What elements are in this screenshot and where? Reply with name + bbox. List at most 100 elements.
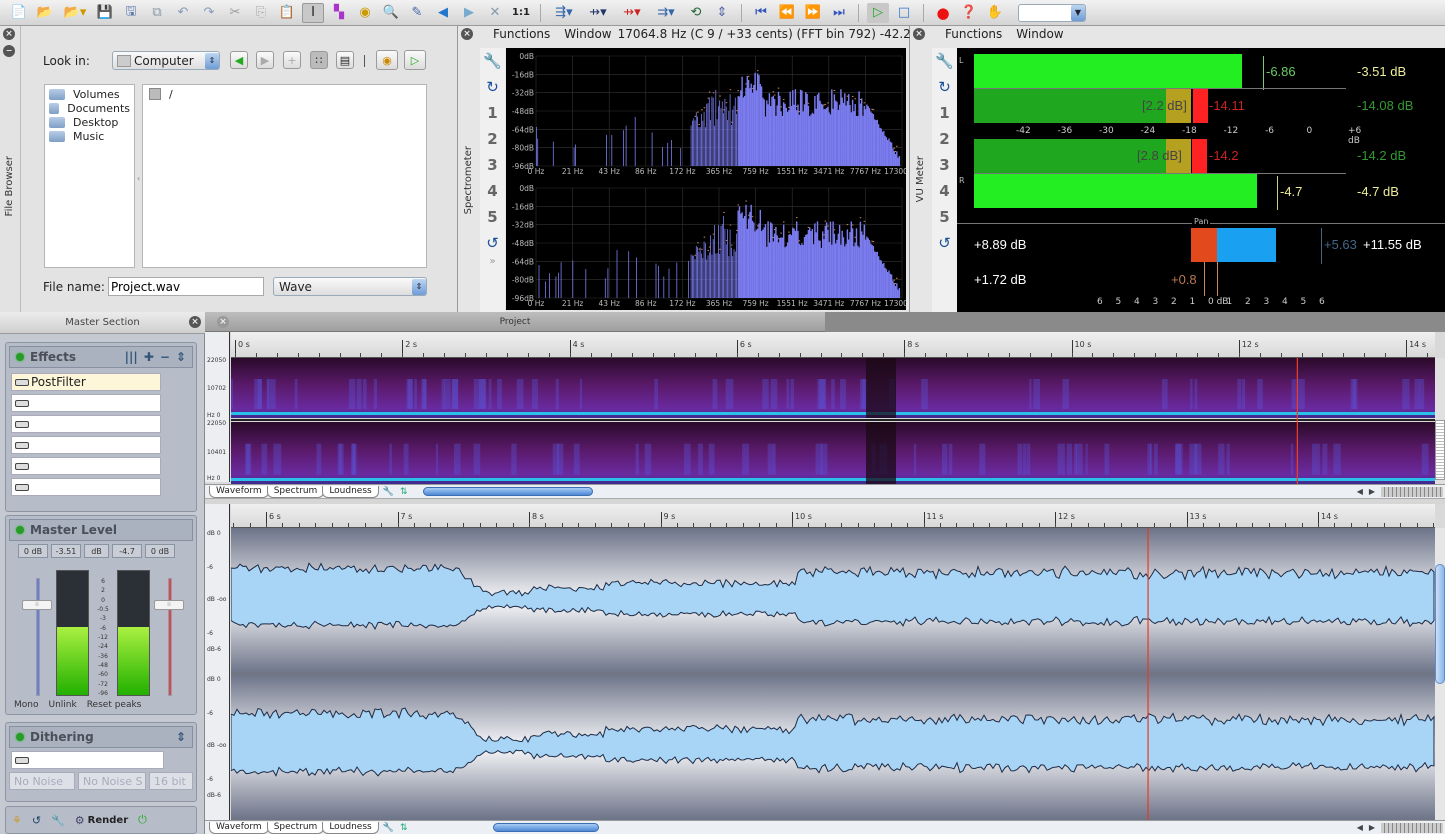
scroll-left-icon[interactable]: ◀: [1357, 487, 1363, 496]
close-icon[interactable]: ×: [217, 316, 229, 328]
play-icon[interactable]: ▷: [867, 2, 889, 23]
wrench-icon[interactable]: 🔧: [935, 48, 954, 74]
preset-1[interactable]: 1: [939, 100, 949, 126]
mono-button[interactable]: Mono: [14, 700, 38, 710]
dithering-led[interactable]: [16, 733, 24, 741]
sync-icon[interactable]: ⇅: [400, 823, 408, 833]
list-view-button[interactable]: ▤: [336, 51, 354, 69]
close-icon[interactable]: ×: [3, 28, 15, 40]
new-folder-button[interactable]: +: [283, 51, 301, 69]
noise-shaping-select[interactable]: No Noise S: [78, 772, 146, 790]
save-icon[interactable]: 💾: [94, 3, 116, 23]
preset-1[interactable]: 1: [487, 100, 497, 126]
refresh-icon[interactable]: ↻: [486, 74, 499, 100]
close-icon[interactable]: ×: [461, 28, 473, 40]
wrench-icon[interactable]: 🔧: [483, 48, 502, 74]
spectrogram-view[interactable]: [231, 358, 1435, 484]
pencil-icon[interactable]: ✎: [406, 3, 428, 23]
splitter-handle[interactable]: ‹: [137, 174, 140, 183]
copy-icon[interactable]: ⎘: [250, 3, 272, 23]
file-name-input[interactable]: [108, 277, 264, 296]
cut-icon[interactable]: ✂: [224, 3, 246, 23]
fast-forward-icon[interactable]: ⏩: [802, 3, 824, 23]
zoom-slider[interactable]: [1381, 486, 1443, 497]
scroll-right-icon[interactable]: ▶: [1369, 823, 1375, 832]
paste-icon[interactable]: 📋: [276, 3, 298, 23]
folder-item[interactable]: Documents: [49, 101, 130, 115]
color-tool-icon[interactable]: ▚: [328, 3, 350, 23]
open-recent-icon[interactable]: 📂▾: [60, 3, 90, 23]
record-icon[interactable]: ●: [932, 3, 954, 23]
horizontal-scroll-thumb[interactable]: [493, 823, 600, 832]
scroll-left-icon[interactable]: ◀: [1357, 823, 1363, 832]
split-icon[interactable]: ⇕: [711, 3, 733, 23]
columns-icon[interactable]: |||: [125, 350, 138, 364]
tab-spectrum[interactable]: Spectrum: [266, 485, 325, 498]
waveform-view[interactable]: [231, 528, 1435, 820]
preset-2[interactable]: 2: [939, 126, 949, 152]
zoom-slider[interactable]: [1381, 822, 1443, 833]
wrench-icon[interactable]: 🔧: [383, 823, 394, 833]
save-all-icon[interactable]: ⧉: [146, 3, 168, 23]
file-type-select[interactable]: Wave ⇕: [273, 277, 427, 296]
forward-button[interactable]: ▶: [256, 51, 274, 69]
undo-icon[interactable]: ↺: [486, 230, 499, 256]
master-level-led[interactable]: [16, 526, 24, 534]
time-ruler[interactable]: 0 s 2 s 4 s 6 s 8 s 10 s 12 s 14 s: [231, 332, 1435, 358]
go-end-icon[interactable]: ⏭: [828, 3, 850, 23]
right-gain-readout[interactable]: 0 dB: [145, 544, 175, 558]
menu-window[interactable]: Window: [564, 27, 611, 41]
undo-icon[interactable]: ↺: [32, 814, 41, 827]
effect-slot[interactable]: PostFilter: [11, 373, 161, 391]
remove-effect-icon[interactable]: −: [160, 350, 170, 364]
file-item[interactable]: /: [149, 87, 420, 101]
folder-item[interactable]: Music: [49, 129, 130, 143]
back-button[interactable]: ◀: [230, 51, 248, 69]
fit-zoom-icon[interactable]: ✕: [484, 3, 506, 23]
menu-functions[interactable]: Functions: [493, 27, 550, 41]
left-fader-track[interactable]: [36, 578, 40, 696]
tab-loudness[interactable]: Loudness: [322, 821, 379, 834]
marker-next-icon[interactable]: ⇉▾: [651, 3, 681, 23]
marker-add-icon[interactable]: ⇶▾: [549, 3, 579, 23]
vertical-scrollbar[interactable]: [1435, 528, 1445, 820]
left-fader-handle[interactable]: ⁞⁞: [22, 600, 52, 610]
preset-3[interactable]: 3: [939, 152, 949, 178]
time-ruler[interactable]: 6 s7 s8 s9 s 10 s 11 s 12 s 13 s 14 s: [231, 504, 1435, 528]
icon-view-button[interactable]: ∷: [310, 51, 328, 69]
refresh-icon[interactable]: ↻: [938, 74, 951, 100]
reorder-icon[interactable]: ⇕: [176, 350, 186, 364]
play-preview-button[interactable]: ▷: [404, 50, 426, 70]
minimize-icon[interactable]: −: [3, 45, 15, 57]
scrub-tool-icon[interactable]: ◉: [354, 3, 376, 23]
redo-icon[interactable]: ↷: [198, 3, 220, 23]
help-icon[interactable]: ❓: [958, 3, 980, 23]
back-icon[interactable]: ◀: [432, 3, 454, 23]
rewind-icon[interactable]: ⏪: [776, 3, 798, 23]
expand-icon[interactable]: »: [489, 256, 495, 267]
preset-2[interactable]: 2: [487, 126, 497, 152]
undo-icon[interactable]: ↶: [172, 3, 194, 23]
marker-red-icon[interactable]: ⇸▾: [617, 3, 647, 23]
info-icon[interactable]: ✋: [984, 3, 1006, 23]
forward-icon[interactable]: ▶: [458, 3, 480, 23]
preset-4[interactable]: 4: [939, 178, 949, 204]
right-fader-handle[interactable]: ⁞⁞: [154, 600, 184, 610]
zoom-tool-icon[interactable]: 🔍: [380, 3, 402, 23]
undo-icon[interactable]: ↺: [938, 230, 951, 256]
tab-spectrum[interactable]: Spectrum: [266, 821, 325, 834]
power-icon[interactable]: ⏻: [138, 813, 147, 827]
wrench-icon[interactable]: 🔧: [51, 814, 65, 827]
save-as-icon[interactable]: 🖫: [120, 3, 142, 23]
horizontal-scroll-thumb[interactable]: [423, 487, 594, 496]
scroll-right-icon[interactable]: ▶: [1369, 487, 1375, 496]
menu-functions[interactable]: Functions: [945, 27, 1002, 41]
reset-peaks-button[interactable]: Reset peaks: [87, 700, 142, 710]
tab-loudness[interactable]: Loudness: [322, 485, 379, 498]
bit-depth-select[interactable]: 16 bit: [149, 772, 193, 790]
close-icon[interactable]: ×: [913, 28, 925, 40]
stop-icon[interactable]: □: [893, 3, 915, 23]
look-in-select[interactable]: Computer ⇕: [112, 51, 220, 70]
scroll-thumb[interactable]: [1435, 564, 1445, 684]
select-tool-icon[interactable]: I: [302, 2, 324, 23]
